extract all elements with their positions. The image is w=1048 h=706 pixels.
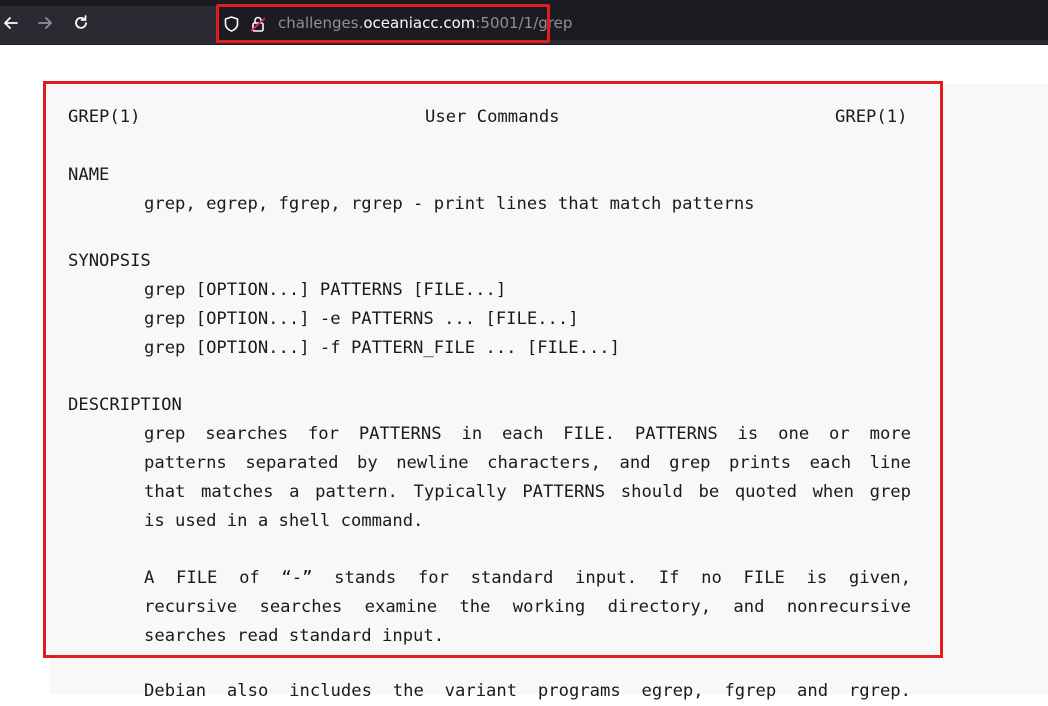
browser-toolbar: challenges.oceaniacc.com:5001/1/grep <box>0 0 1048 45</box>
description-line-partial: Debian also includes the variant program… <box>144 681 911 701</box>
description-line: patterns separated by newline characters… <box>144 453 911 473</box>
name-text: grep, egrep, fgrep, rgrep - print lines … <box>144 194 755 214</box>
man-header: GREP(1) User Commands GREP(1) <box>68 103 910 132</box>
back-button[interactable] <box>0 12 22 34</box>
synopsis-line: grep [OPTION...] PATTERNS [FILE...] <box>144 280 507 300</box>
description-line: is used in a shell command. <box>144 511 424 531</box>
synopsis-line: grep [OPTION...] -e PATTERNS ... [FILE..… <box>144 309 579 329</box>
reload-button[interactable] <box>70 12 92 34</box>
description-line: that matches a pattern. Typically PATTER… <box>144 482 911 502</box>
synopsis-heading: SYNOPSIS <box>68 251 151 271</box>
forward-button[interactable] <box>34 12 56 34</box>
url-highlight-box <box>216 4 550 43</box>
synopsis-line: grep [OPTION...] -f PATTERN_FILE ... [FI… <box>144 338 620 358</box>
header-center: User Commands <box>425 107 560 127</box>
description-line: searches read standard input. <box>144 626 445 646</box>
back-arrow-icon <box>4 17 18 29</box>
name-heading: NAME <box>68 165 110 185</box>
description-line: A FILE of “-” stands for standard input.… <box>144 568 911 588</box>
description-heading: DESCRIPTION <box>68 395 182 415</box>
description-line: grep searches for PATTERNS in each FILE.… <box>144 424 911 444</box>
reload-icon <box>75 15 87 29</box>
forward-arrow-icon <box>38 17 52 29</box>
description-line: recursive searches examine the working d… <box>144 597 911 617</box>
header-left: GREP(1) <box>68 107 141 127</box>
header-right: GREP(1) <box>835 107 908 127</box>
